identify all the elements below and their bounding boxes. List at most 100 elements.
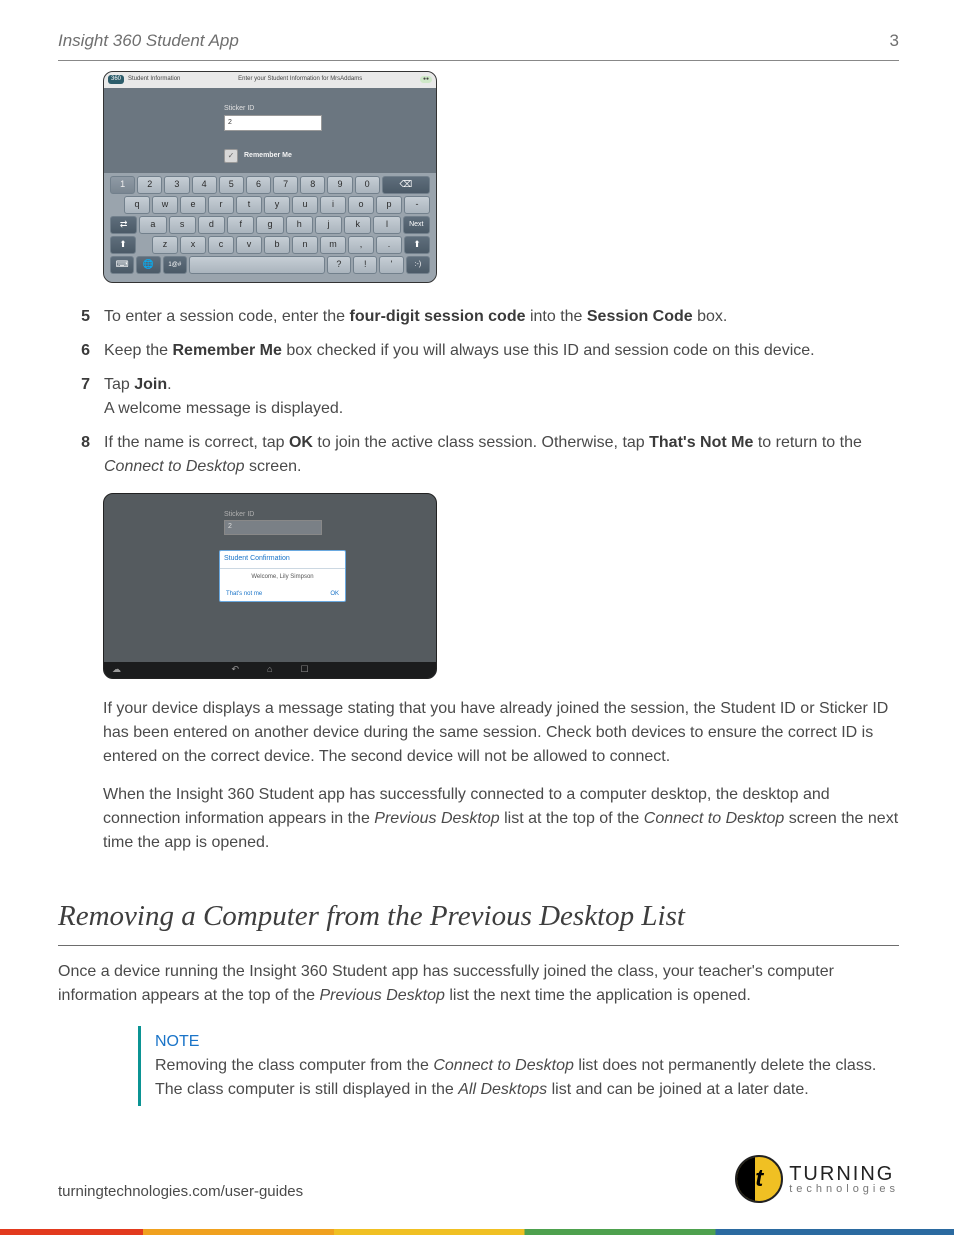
logo-icon: t: [735, 1155, 783, 1203]
key-period[interactable]: .: [376, 236, 402, 254]
dialog-message: Welcome, Lily Simpson: [220, 569, 345, 590]
sticker-id-input[interactable]: 2: [224, 115, 322, 131]
key-i[interactable]: i: [320, 196, 346, 214]
key-question[interactable]: ?: [327, 256, 351, 274]
key-a[interactable]: a: [139, 216, 166, 234]
key-f[interactable]: f: [227, 216, 254, 234]
key-0[interactable]: 0: [355, 176, 380, 194]
onscreen-keyboard: 1 2 3 4 5 6 7 8 9 0 ⌫ q w e r: [104, 173, 436, 282]
titlebar-center: Enter your Student Information for MrsAd…: [184, 75, 416, 84]
key-b[interactable]: b: [264, 236, 290, 254]
figure-student-confirmation: Sticker ID 2 Student Confirmation Welcom…: [103, 493, 437, 679]
key-1[interactable]: 1: [110, 176, 135, 194]
logo-text-bottom: technologies: [789, 1184, 899, 1195]
key-x[interactable]: x: [180, 236, 206, 254]
home-icon[interactable]: ⌂: [267, 663, 272, 677]
key-4[interactable]: 4: [192, 176, 217, 194]
badge-360: 360: [108, 75, 124, 84]
student-confirmation-dialog: Student Confirmation Welcome, Lily Simps…: [219, 550, 346, 602]
section-intro: Once a device running the Insight 360 St…: [58, 960, 899, 1008]
doc-header-title: Insight 360 Student App: [58, 28, 239, 54]
step-body: To enter a session code, enter the four-…: [104, 305, 899, 329]
key-shift-right[interactable]: ⬆: [404, 236, 430, 254]
key-dash[interactable]: -: [404, 196, 430, 214]
thats-not-me-button[interactable]: That's not me: [226, 590, 262, 599]
key-c[interactable]: c: [208, 236, 234, 254]
key-symbols[interactable]: 1@#: [163, 256, 187, 274]
key-o[interactable]: o: [348, 196, 374, 214]
footer-color-stripe: [0, 1229, 954, 1235]
key-y[interactable]: y: [264, 196, 290, 214]
key-smiley[interactable]: :-): [406, 256, 430, 274]
logo-text-top: TURNING: [789, 1164, 899, 1184]
key-tab[interactable]: ⇄: [110, 216, 137, 234]
ghost-icon: ☁: [112, 663, 121, 677]
key-s[interactable]: s: [169, 216, 196, 234]
page-number: 3: [890, 28, 899, 54]
key-d[interactable]: d: [198, 216, 225, 234]
key-g[interactable]: g: [256, 216, 283, 234]
key-2[interactable]: 2: [137, 176, 162, 194]
turning-technologies-logo: t TURNING technologies: [735, 1155, 899, 1203]
key-p[interactable]: p: [376, 196, 402, 214]
sticker-id-label: Sticker ID: [224, 104, 436, 115]
key-keyboard-icon[interactable]: ⌨: [110, 256, 134, 274]
remember-me-checkbox[interactable]: ✓: [224, 149, 238, 163]
titlebar-status: ●●: [420, 76, 432, 84]
key-j[interactable]: j: [315, 216, 342, 234]
step-number: 5: [58, 305, 90, 329]
remember-me-label: Remember Me: [244, 151, 292, 162]
step-number: 8: [58, 431, 90, 479]
back-icon[interactable]: ↶: [231, 663, 239, 677]
step-body: If the name is correct, tap OK to join t…: [104, 431, 899, 479]
step-body: Keep the Remember Me box checked if you …: [104, 339, 899, 363]
key-7[interactable]: 7: [273, 176, 298, 194]
key-u[interactable]: u: [292, 196, 318, 214]
key-8[interactable]: 8: [300, 176, 325, 194]
key-backspace[interactable]: ⌫: [382, 176, 430, 194]
key-shift-left[interactable]: ⬆: [110, 236, 136, 254]
key-globe-icon[interactable]: 🌐: [136, 256, 160, 274]
sticker-id-label: Sticker ID: [224, 510, 254, 521]
key-h[interactable]: h: [286, 216, 313, 234]
key-w[interactable]: w: [152, 196, 178, 214]
android-nav-bar: ☁ ↶ ⌂ ☐: [104, 662, 436, 678]
key-q[interactable]: q: [124, 196, 150, 214]
step-number: 6: [58, 339, 90, 363]
key-next[interactable]: Next: [403, 216, 430, 234]
key-r[interactable]: r: [208, 196, 234, 214]
key-space[interactable]: [189, 256, 325, 274]
key-e[interactable]: e: [180, 196, 206, 214]
step-number: 7: [58, 373, 90, 421]
key-exclaim[interactable]: !: [353, 256, 377, 274]
ok-button[interactable]: OK: [330, 590, 339, 599]
key-l[interactable]: l: [373, 216, 400, 234]
paragraph-previous-desktop: When the Insight 360 Student app has suc…: [103, 783, 899, 855]
titlebar-left: Student Information: [128, 75, 180, 84]
key-3[interactable]: 3: [164, 176, 189, 194]
key-k[interactable]: k: [344, 216, 371, 234]
key-t[interactable]: t: [236, 196, 262, 214]
tablet-titlebar: 360 Student Information Enter your Stude…: [104, 72, 436, 88]
key-n[interactable]: n: [292, 236, 318, 254]
key-comma[interactable]: ,: [348, 236, 374, 254]
figure-student-info-keyboard: 360 Student Information Enter your Stude…: [103, 71, 437, 284]
key-apostrophe[interactable]: ': [379, 256, 403, 274]
key-5[interactable]: 5: [219, 176, 244, 194]
recent-icon[interactable]: ☐: [300, 663, 308, 677]
paragraph-duplicate-id: If your device displays a message statin…: [103, 697, 899, 769]
key-9[interactable]: 9: [327, 176, 352, 194]
dialog-title: Student Confirmation: [220, 551, 345, 569]
sticker-id-input-dim: 2: [224, 520, 322, 535]
key-6[interactable]: 6: [246, 176, 271, 194]
instruction-steps: 5 To enter a session code, enter the fou…: [58, 305, 899, 479]
key-m[interactable]: m: [320, 236, 346, 254]
section-heading-removing-computer: Removing a Computer from the Previous De…: [58, 895, 899, 946]
header-rule: [58, 60, 899, 61]
key-v[interactable]: v: [236, 236, 262, 254]
key-z[interactable]: z: [152, 236, 178, 254]
footer-url: turningtechnologies.com/user-guides: [58, 1181, 303, 1204]
note-title: NOTE: [155, 1030, 899, 1054]
step-body: Tap Join. A welcome message is displayed…: [104, 373, 899, 421]
note-block: NOTE Removing the class computer from th…: [138, 1026, 899, 1106]
